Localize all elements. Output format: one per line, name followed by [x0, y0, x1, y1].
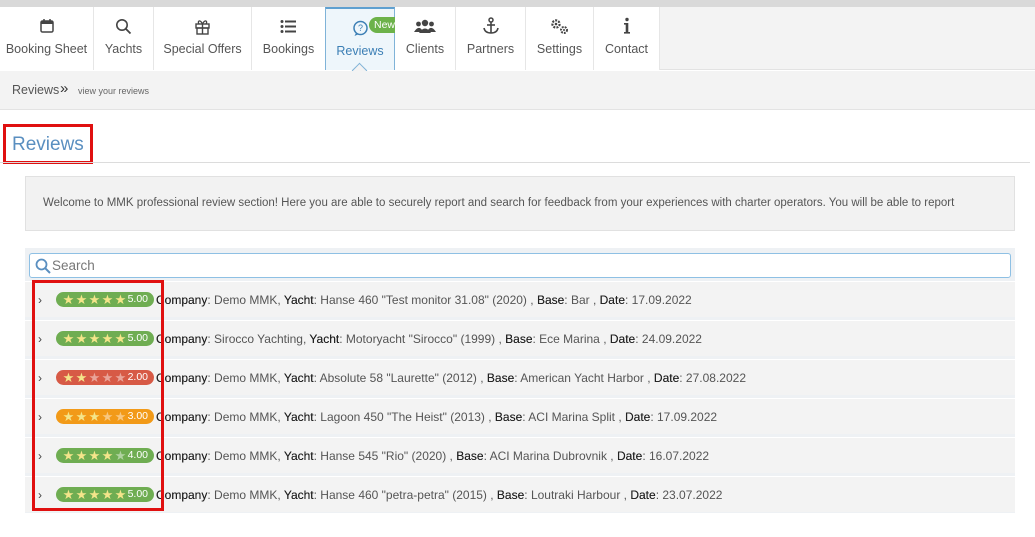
title-divider: [0, 162, 1030, 163]
nav-item-settings[interactable]: Settings: [526, 7, 594, 70]
title-highlight-box: [3, 124, 93, 164]
field-label: Date: [624, 410, 651, 424]
nav-item-bookings[interactable]: Bookings: [252, 7, 326, 70]
breadcrumb-separator: »: [60, 80, 69, 97]
breadcrumb-current[interactable]: Reviews: [12, 83, 59, 97]
review-row[interactable]: › ★ ★ ★ ★ ★ 3.00 Company: Demo MMK, Yacht: Lago…: [25, 398, 1015, 434]
field-label: Yacht: [283, 410, 314, 424]
breadcrumb-subtitle: view your reviews: [78, 86, 150, 96]
breadcrumb: Reviews » view your reviews: [0, 71, 1035, 110]
nav-item-partners[interactable]: Partners: [456, 7, 526, 70]
field-label: Date: [609, 332, 636, 346]
nav-item-yachts[interactable]: Yachts: [94, 7, 154, 70]
ratings-highlight-box: [32, 280, 164, 511]
review-row[interactable]: › ★ ★ ★ ★ ★ 5.00 Company: Demo MMK, Yacht: Hans…: [25, 476, 1015, 512]
gift-icon: [154, 15, 251, 37]
search-icon: [94, 15, 153, 37]
review-summary: Company: Sirocco Yachting, Yacht: Motory…: [156, 332, 702, 346]
nav-item-label: Booking Sheet: [5, 42, 88, 56]
nav-item-label: Reviews: [336, 44, 384, 58]
nav-item-label: Special Offers: [163, 42, 242, 56]
search-icon: [35, 258, 51, 279]
list-icon: [252, 15, 325, 37]
review-summary: Company: Demo MMK, Yacht: Hanse 460 "Tes…: [156, 293, 692, 307]
field-label: Base: [486, 371, 515, 385]
field-label: Date: [630, 488, 656, 502]
field-label: Date: [599, 293, 625, 307]
field-label: Date: [616, 449, 643, 463]
field-label: Yacht: [283, 488, 314, 502]
field-label: Base: [456, 449, 484, 463]
review-summary: Company: Demo MMK, Yacht: Hanse 460 "pet…: [156, 488, 723, 502]
welcome-panel: Welcome to MMK professional review secti…: [25, 176, 1015, 231]
field-label: Yacht: [283, 293, 314, 307]
welcome-text: Welcome to MMK professional review secti…: [43, 197, 955, 209]
review-row[interactable]: › ★ ★ ★ ★ ★ 5.00 Company: Demo MMK, Yacht: Hans…: [25, 281, 1015, 317]
nav-item-label: Yachts: [104, 42, 143, 56]
search-input[interactable]: [52, 256, 992, 275]
field-label: Base: [505, 332, 533, 346]
navbar-filler: [660, 7, 1035, 69]
review-summary: Company: Demo MMK, Yacht: Absolute 58 "L…: [156, 371, 746, 385]
field-label: Base: [496, 488, 525, 502]
nav-item-label: Clients: [405, 42, 445, 56]
field-label: Yacht: [283, 449, 314, 463]
field-label: Yacht: [283, 371, 314, 385]
main-navbar: Booking Sheet Yachts Special Offers Book…: [0, 7, 1035, 70]
nav-item-contact[interactable]: Contact: [594, 7, 660, 70]
calendar-icon: [0, 15, 93, 37]
nav-item-reviews[interactable]: ? New! Reviews: [325, 7, 403, 70]
field-label: Base: [494, 410, 523, 424]
anchor-icon: [456, 15, 525, 37]
reviews-list: ›★★★★★5.00Company: Demo MMK, Yacht: Hans…: [25, 248, 1015, 513]
review-summary: Company: Demo MMK, Yacht: Hanse 545 "Rio…: [156, 449, 710, 463]
field-label: Date: [653, 371, 680, 385]
nav-item-label: Bookings: [262, 42, 315, 56]
review-summary: Company: Demo MMK, Yacht: Lagoon 450 "Th…: [156, 410, 718, 424]
info-icon: [594, 15, 659, 37]
nav-item-label: Contact: [604, 42, 649, 56]
nav-item-special-offers[interactable]: Special Offers: [154, 7, 252, 70]
field-label: Yacht: [309, 332, 340, 346]
review-row[interactable]: › ★ ★ ★ ★ ★ 5.00 Company: Sirocco Yachting, Yac…: [25, 320, 1015, 356]
review-row[interactable]: › ★ ★ ★ ★ ★ 4.00 Company: Demo MMK, Yacht: Hans…: [25, 437, 1015, 473]
nav-item-label: Settings: [536, 42, 583, 56]
nav-item-clients[interactable]: Clients: [395, 7, 456, 70]
field-label: Base: [536, 293, 565, 307]
nav-item-booking-sheet[interactable]: Booking Sheet: [0, 7, 94, 70]
nav-item-label: Partners: [466, 42, 515, 56]
top-strip: [0, 0, 1035, 7]
review-row[interactable]: › ★ ★ ★ ★ ★ 2.00 Company: Demo MMK, Yacht: Abso…: [25, 359, 1015, 395]
svg-text:?: ?: [358, 23, 363, 33]
search-box[interactable]: [29, 253, 1011, 278]
gears-icon: [526, 15, 593, 37]
users-icon: [395, 15, 455, 37]
